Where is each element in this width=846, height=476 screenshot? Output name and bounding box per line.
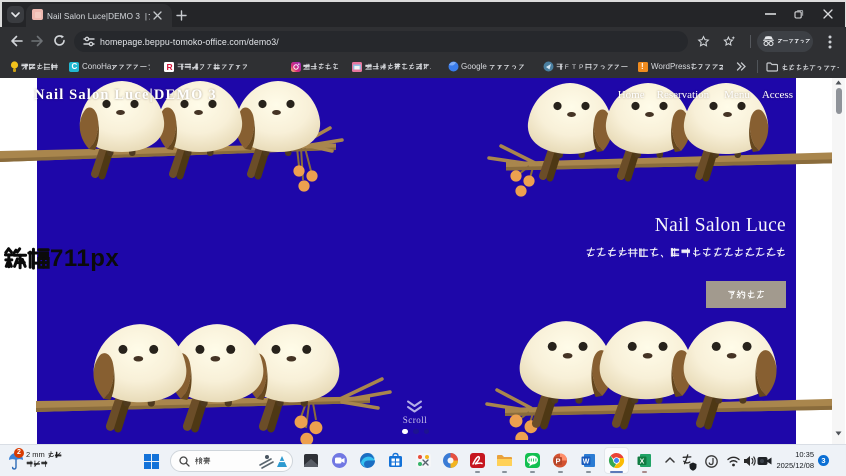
svg-text:P: P [579,64,584,70]
svg-text:T: T [572,64,576,70]
svg-text:X: X [640,459,645,466]
svg-text:W: W [583,459,590,466]
svg-text:P: P [555,457,560,466]
svg-text:F: F [565,64,569,70]
